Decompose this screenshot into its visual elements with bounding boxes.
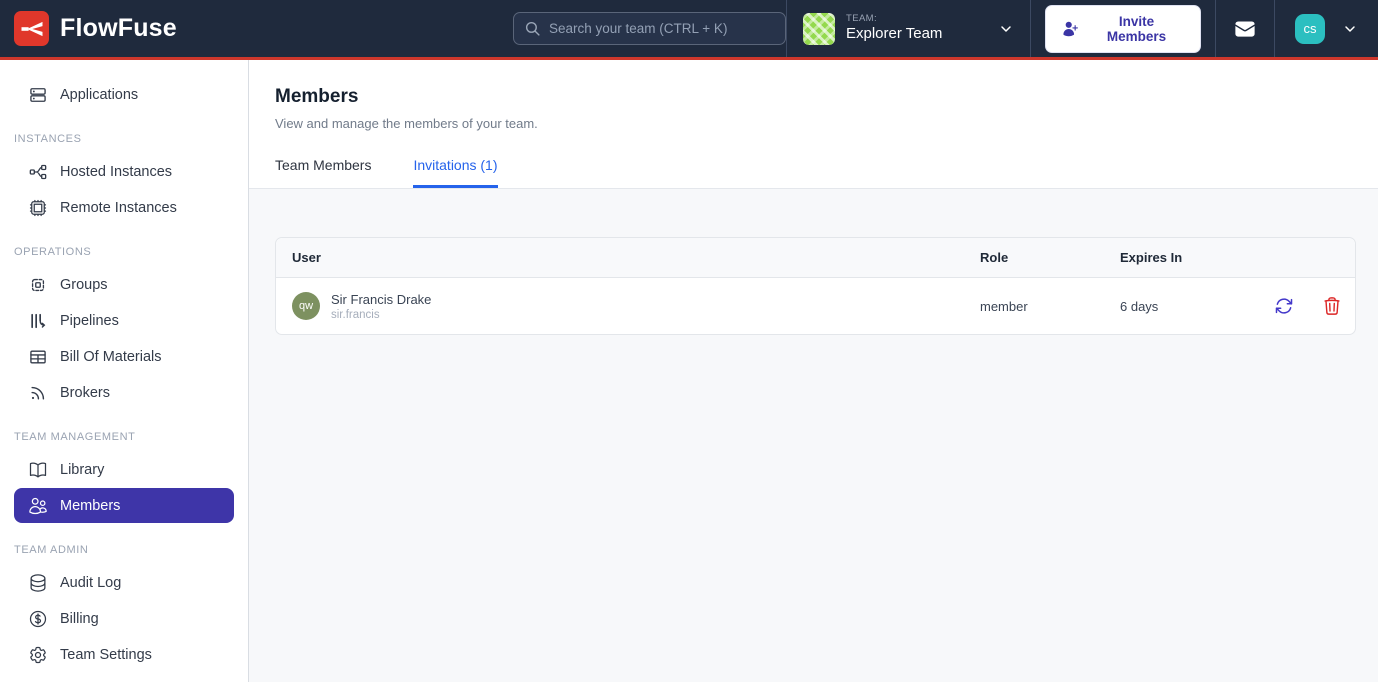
delete-invite-button[interactable]: [1309, 296, 1355, 316]
tab-team-members[interactable]: Team Members: [275, 157, 371, 188]
trash-icon: [1322, 296, 1342, 316]
cpu-chip-icon: [28, 198, 48, 218]
flowfuse-logo-icon: [14, 11, 49, 46]
rss-signal-icon: [28, 383, 48, 403]
column-header-actions: [1309, 238, 1355, 277]
sidebar-item-members[interactable]: Members: [14, 488, 234, 523]
sidebar-item-billing[interactable]: Billing: [14, 601, 234, 636]
team-meta: TEAM: Explorer Team: [846, 13, 942, 44]
users-icon: [28, 496, 48, 516]
column-header-actions: [1259, 238, 1309, 277]
role-cell: member: [964, 299, 1104, 314]
bars-arrow-icon: [28, 311, 48, 331]
resend-invite-button[interactable]: [1259, 296, 1309, 316]
sidebar-section-team-admin: TEAM ADMIN: [14, 544, 234, 556]
flowfuse-mark-icon: [20, 17, 44, 41]
page-title: Members: [275, 86, 1378, 108]
avatar: qw: [292, 292, 320, 320]
sidebar-item-team-settings[interactable]: Team Settings: [14, 637, 234, 672]
sidebar-item-library[interactable]: Library: [14, 452, 234, 487]
table-header-row: User Role Expires In: [276, 238, 1355, 278]
sidebar-item-label: Billing: [60, 611, 99, 627]
fork-nodes-icon: [28, 162, 48, 182]
brand: FlowFuse: [0, 11, 513, 46]
chevron-down-icon: [1342, 21, 1358, 37]
expires-cell: 6 days: [1104, 299, 1259, 314]
dollar-circle-icon: [28, 609, 48, 629]
sidebar-item-remote-instances[interactable]: Remote Instances: [14, 190, 234, 225]
sidebar-item-brokers[interactable]: Brokers: [14, 375, 234, 410]
sidebar-item-hosted-instances[interactable]: Hosted Instances: [14, 154, 234, 189]
sidebar-item-label: Team Settings: [60, 647, 152, 663]
tab-invitations[interactable]: Invitations (1): [413, 157, 497, 188]
sidebar: Applications INSTANCES Hosted Instances …: [0, 60, 249, 682]
sidebar-item-label: Bill Of Materials: [60, 349, 162, 365]
tab-bar: Team Members Invitations (1): [275, 157, 1378, 188]
sidebar-item-label: Applications: [60, 87, 138, 103]
invite-members-button[interactable]: Invite Members: [1045, 5, 1201, 53]
user-avatar[interactable]: cs: [1295, 14, 1325, 44]
column-header-role: Role: [964, 238, 1104, 277]
gear-icon: [28, 645, 48, 665]
brand-title: FlowFuse: [60, 14, 177, 43]
invitations-table: User Role Expires In qw Sir Francis Drak…: [275, 237, 1356, 335]
app-shell: Applications INSTANCES Hosted Instances …: [0, 60, 1378, 682]
sidebar-item-label: Brokers: [60, 385, 110, 401]
page-header: Members View and manage the members of y…: [249, 60, 1378, 189]
user-menu: cs: [1275, 0, 1378, 57]
sidebar-item-bill-of-materials[interactable]: Bill Of Materials: [14, 339, 234, 374]
team-avatar: [803, 13, 835, 45]
sidebar-item-label: Groups: [60, 277, 108, 293]
book-open-icon: [28, 460, 48, 480]
database-stack-icon: [28, 573, 48, 593]
sidebar-item-label: Remote Instances: [60, 200, 177, 216]
invite-wrap: Invite Members: [1031, 0, 1215, 57]
stacked-windows-icon: [28, 85, 48, 105]
team-label: TEAM:: [846, 13, 942, 25]
chip-dashed-icon: [28, 275, 48, 295]
page-subtitle: View and manage the members of your team…: [275, 116, 1378, 131]
team-name: Explorer Team: [846, 25, 942, 44]
user-plus-icon: [1061, 20, 1079, 38]
user-name: Sir Francis Drake: [331, 292, 431, 307]
search-icon: [524, 20, 541, 37]
sidebar-item-label: Hosted Instances: [60, 164, 172, 180]
table-row: qw Sir Francis Drake sir.francis member …: [276, 278, 1355, 334]
sidebar-item-applications[interactable]: Applications: [14, 77, 234, 112]
envelope-icon: [1232, 18, 1258, 40]
refresh-icon: [1274, 296, 1294, 316]
sidebar-section-operations: OPERATIONS: [14, 246, 234, 258]
navbar-right: TEAM: Explorer Team Invite Members: [786, 0, 1378, 57]
team-selector[interactable]: TEAM: Explorer Team: [787, 0, 1030, 57]
user-cell: qw Sir Francis Drake sir.francis: [276, 284, 964, 329]
sidebar-item-label: Audit Log: [60, 575, 121, 591]
user-menu-toggle[interactable]: [1342, 21, 1358, 37]
sidebar-item-label: Pipelines: [60, 313, 119, 329]
team-search[interactable]: [513, 12, 786, 45]
search-input[interactable]: [549, 21, 775, 36]
invite-members-label: Invite Members: [1088, 14, 1186, 44]
sidebar-section-instances: INSTANCES: [14, 133, 234, 145]
top-navbar: FlowFuse TEAM: Explorer Team Inv: [0, 0, 1378, 60]
table-grid-icon: [28, 347, 48, 367]
sidebar-item-pipelines[interactable]: Pipelines: [14, 303, 234, 338]
user-identity: Sir Francis Drake sir.francis: [331, 292, 431, 321]
column-header-user: User: [276, 238, 964, 277]
notifications-button[interactable]: [1216, 0, 1274, 57]
sidebar-item-label: Library: [60, 462, 104, 478]
sidebar-item-label: Members: [60, 498, 120, 514]
sidebar-section-team-management: TEAM MANAGEMENT: [14, 431, 234, 443]
chevron-down-icon: [998, 21, 1014, 37]
user-username: sir.francis: [331, 309, 431, 321]
sidebar-item-audit-log[interactable]: Audit Log: [14, 565, 234, 600]
sidebar-item-groups[interactable]: Groups: [14, 267, 234, 302]
column-header-expires: Expires In: [1104, 238, 1259, 277]
main-content: Members View and manage the members of y…: [249, 60, 1378, 682]
